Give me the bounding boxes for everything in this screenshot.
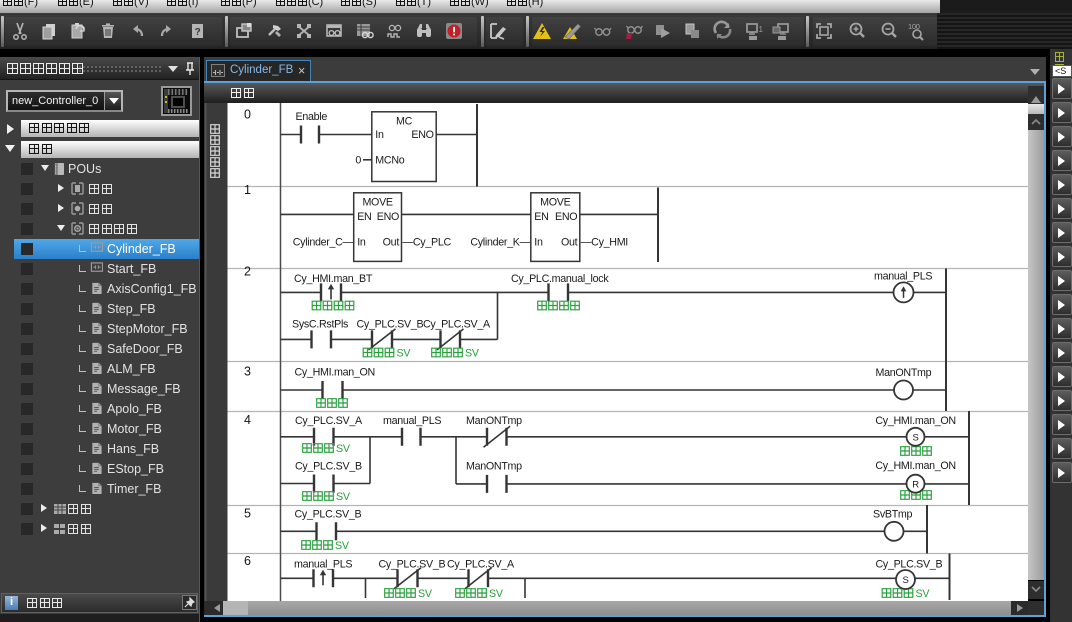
svg-text:MCNo: MCNo bbox=[375, 154, 404, 166]
svg-text:Cylinder_K—: Cylinder_K— bbox=[470, 237, 530, 249]
svg-text:Cy_PLC.SV_A: Cy_PLC.SV_A bbox=[295, 415, 363, 427]
svg-text:manual_PLS: manual_PLS bbox=[294, 559, 352, 571]
svg-text:SvBTmp: SvBTmp bbox=[873, 509, 913, 521]
svg-text:4: 4 bbox=[244, 413, 251, 427]
svg-text:S: S bbox=[902, 575, 908, 586]
svg-text:EN: EN bbox=[534, 211, 548, 223]
svg-text:MOVE: MOVE bbox=[362, 196, 392, 208]
svg-text:1: 1 bbox=[244, 183, 251, 197]
svg-text:SV: SV bbox=[397, 348, 412, 360]
svg-text:Enable: Enable bbox=[296, 111, 328, 123]
svg-text:Cy_PLC.SV_B: Cy_PLC.SV_B bbox=[876, 559, 943, 571]
svg-text:Cy_PLC.SV_A: Cy_PLC.SV_A bbox=[423, 319, 491, 331]
svg-text:In: In bbox=[534, 237, 543, 249]
svg-text:In: In bbox=[375, 129, 384, 141]
svg-text:SV: SV bbox=[335, 540, 350, 552]
svg-text:0: 0 bbox=[244, 107, 251, 121]
svg-text:SV: SV bbox=[916, 588, 931, 600]
svg-text:SV: SV bbox=[465, 348, 480, 360]
svg-text:Cy_PLC.SV_B: Cy_PLC.SV_B bbox=[379, 559, 446, 571]
svg-text:3: 3 bbox=[244, 364, 251, 378]
svg-text:ManONTmp: ManONTmp bbox=[876, 367, 932, 379]
svg-text:SV: SV bbox=[418, 588, 433, 600]
svg-text:Cy_HMI.man_ON: Cy_HMI.man_ON bbox=[295, 366, 375, 378]
svg-text:2: 2 bbox=[244, 265, 251, 279]
svg-text:SV: SV bbox=[336, 491, 351, 503]
svg-text:—Cy_PLC: —Cy_PLC bbox=[403, 237, 452, 249]
svg-text:In: In bbox=[357, 237, 366, 249]
svg-text:ManONTmp: ManONTmp bbox=[466, 415, 522, 427]
svg-text:Out: Out bbox=[383, 237, 400, 249]
svg-text:Cy_HMI.man_ON: Cy_HMI.man_ON bbox=[875, 415, 955, 427]
svg-text:MOVE: MOVE bbox=[540, 196, 570, 208]
svg-text:ENO: ENO bbox=[377, 211, 399, 223]
svg-text:5: 5 bbox=[244, 507, 251, 521]
svg-text:S: S bbox=[912, 432, 918, 443]
svg-text:ENO: ENO bbox=[411, 129, 433, 141]
svg-text:Cy_PLC.SV_B: Cy_PLC.SV_B bbox=[295, 461, 362, 473]
svg-text:MC: MC bbox=[396, 115, 413, 127]
svg-text:6: 6 bbox=[244, 554, 251, 568]
svg-text:EN: EN bbox=[357, 211, 371, 223]
svg-text:Cy_HMI.man_BT: Cy_HMI.man_BT bbox=[294, 273, 373, 285]
svg-text:1: 1 bbox=[759, 25, 764, 34]
svg-text:Out: Out bbox=[561, 237, 578, 249]
svg-text:—Cy_HMI: —Cy_HMI bbox=[581, 237, 628, 249]
svg-text:0: 0 bbox=[355, 154, 361, 166]
svg-text:ManONTmp: ManONTmp bbox=[466, 461, 522, 473]
svg-text:?: ? bbox=[195, 27, 201, 38]
svg-text:Cy_PLC.SV_B: Cy_PLC.SV_B bbox=[357, 319, 424, 331]
svg-text:Cy_PLC.manual_lock: Cy_PLC.manual_lock bbox=[511, 273, 609, 285]
svg-text:SV: SV bbox=[336, 443, 351, 455]
svg-text:ENO: ENO bbox=[555, 211, 577, 223]
svg-text:manual_PLS: manual_PLS bbox=[874, 271, 932, 283]
svg-text:Cylinder_C—: Cylinder_C— bbox=[293, 237, 354, 249]
svg-text:SV: SV bbox=[489, 588, 504, 600]
svg-text:R: R bbox=[912, 479, 919, 490]
svg-text:Cy_HMI.man_ON: Cy_HMI.man_ON bbox=[875, 460, 955, 472]
svg-text:Cy_PLC.SV_A: Cy_PLC.SV_A bbox=[447, 559, 515, 571]
svg-text:SysC.RstPls: SysC.RstPls bbox=[292, 319, 348, 331]
svg-text:Cy_PLC.SV_B: Cy_PLC.SV_B bbox=[295, 509, 362, 521]
svg-text:manual_PLS: manual_PLS bbox=[383, 415, 441, 427]
